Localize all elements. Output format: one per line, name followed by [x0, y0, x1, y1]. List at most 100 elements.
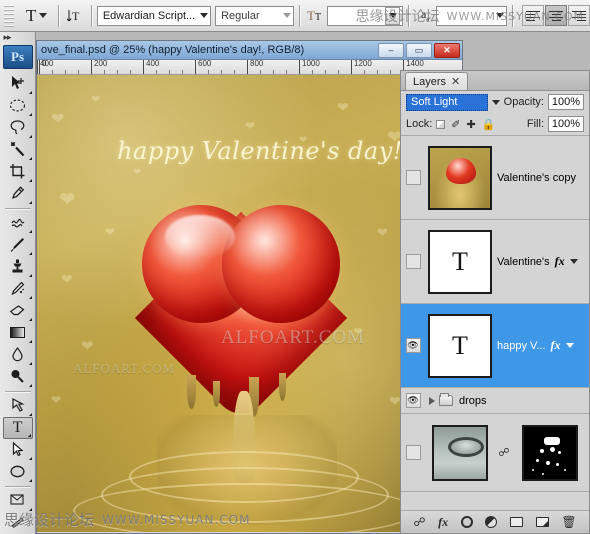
minimize-button[interactable]: – — [378, 42, 404, 58]
lock-position-icon[interactable]: ✚ — [467, 118, 476, 131]
link-icon[interactable]: ☍ — [497, 446, 511, 459]
link-layers-button[interactable]: ☍ — [413, 515, 425, 529]
artboard[interactable]: ❤ ❤ ❤ ❤ ❤ ❤ ❤ ❤ ❤ ❤ ❤ ❤ ❤ ❤ ❤ ❤ happy Va… — [37, 75, 445, 532]
eye-icon[interactable]: 👁 — [405, 254, 421, 269]
layer-row-masked-image[interactable]: 👁 ☍ — [401, 414, 589, 492]
layers-panel-footer: ☍ fx 🗑 — [401, 511, 589, 533]
fill-input[interactable]: 100% — [548, 116, 584, 132]
restore-button[interactable]: ▭ — [406, 42, 432, 58]
canvas-area[interactable]: ❤ ❤ ❤ ❤ ❤ ❤ ❤ ❤ ❤ ❤ ❤ ❤ ❤ ❤ ❤ ❤ happy Va… — [37, 75, 462, 532]
layer-visibility-cell[interactable]: 👁 — [403, 445, 423, 460]
group-header[interactable]: drops — [423, 393, 487, 407]
layer-row-happy-valentines[interactable]: 👁 T happy V... fx — [401, 304, 589, 388]
type-tool[interactable]: T — [2, 416, 33, 439]
document-title-bar[interactable]: ove_final.psd @ 25% (happy Valentine's d… — [37, 41, 462, 60]
move-tool[interactable] — [3, 73, 33, 95]
opacity-input[interactable]: 100% — [548, 94, 584, 110]
brush-tool[interactable] — [3, 234, 33, 256]
new-group-button[interactable] — [510, 517, 524, 527]
layer-mask-thumbnail[interactable] — [522, 424, 578, 481]
lock-transparency-icon[interactable] — [436, 119, 446, 129]
font-family-select[interactable]: Edwardian Script... — [96, 5, 212, 26]
watermark-top-cn: 思缘设计论坛 — [355, 9, 440, 25]
expand-chevrons-icon[interactable]: ▸▸ — [0, 32, 36, 44]
eye-icon[interactable]: 👁 — [405, 445, 421, 460]
opacity-label: Opacity: — [503, 96, 544, 108]
layer-thumbnail-cell[interactable]: T — [423, 229, 497, 294]
ruler-tick: 400 — [37, 60, 53, 74]
blur-tool[interactable] — [3, 344, 33, 366]
heart-artwork-thumbnail[interactable] — [428, 145, 492, 210]
watermark-bottom-en: WWW.MISSYUAN.COM — [102, 512, 251, 527]
layer-thumbnail-cell[interactable] — [423, 145, 497, 210]
horizontal-ruler[interactable]: 0 200 400 400 600 800 1000 1200 1400 — [37, 60, 462, 75]
tab-layers[interactable]: Layers ✕ — [405, 72, 469, 90]
new-adjustment-layer-button[interactable] — [485, 516, 498, 528]
marquee-tool[interactable] — [3, 95, 33, 117]
chevron-down-icon[interactable] — [491, 99, 500, 105]
layer-name-cell[interactable]: Valentine's copy — [497, 172, 589, 184]
lasso-tool[interactable] — [3, 117, 33, 139]
new-layer-button[interactable] — [535, 517, 549, 527]
layer-visibility-cell[interactable]: 👁 — [403, 393, 423, 408]
eye-icon[interactable]: 👁 — [405, 338, 421, 353]
layer-visibility-cell[interactable]: 👁 — [403, 170, 423, 185]
crop-tool[interactable] — [3, 161, 33, 183]
layer-name: happy V... — [497, 339, 546, 352]
text-layer-thumbnail[interactable]: T — [428, 313, 492, 378]
close-button[interactable]: ✕ — [434, 42, 460, 58]
blend-mode-select[interactable]: Soft Light — [406, 93, 488, 111]
delete-layer-button[interactable]: 🗑 — [561, 515, 576, 529]
layer-visibility-cell[interactable]: 👁 — [403, 254, 423, 269]
close-icon[interactable]: ✕ — [451, 75, 460, 88]
healing-brush-tool[interactable] — [3, 212, 33, 234]
eye-icon[interactable]: 👁 — [405, 170, 421, 185]
eraser-tool[interactable] — [3, 300, 33, 322]
chevron-down-icon[interactable] — [569, 259, 578, 264]
divider — [4, 390, 31, 392]
layer-row-drops-group[interactable]: 👁 drops — [401, 388, 589, 414]
font-family-value: Edwardian Script... — [102, 9, 196, 22]
watermark-top-en: WWW.MISSYUAN.COM — [446, 9, 584, 23]
path-selection-tool[interactable] — [3, 439, 33, 461]
lock-label: Lock: — [406, 118, 433, 130]
layer-thumbnail-cell[interactable] — [423, 424, 497, 481]
layer-effects-icon[interactable]: fx — [555, 254, 565, 269]
options-bar-grip[interactable] — [4, 4, 14, 27]
lock-image-icon[interactable]: ✐ — [451, 118, 460, 131]
clone-stamp-tool[interactable] — [3, 256, 33, 278]
lock-buttons: ✐ ✚ 🔒 — [436, 118, 495, 131]
font-style-select[interactable]: Regular — [215, 5, 294, 26]
chevron-down-icon — [39, 13, 48, 18]
text-orientation-icon[interactable]: T — [64, 5, 86, 27]
layer-row-valentines[interactable]: 👁 T Valentine's fx — [401, 220, 589, 304]
tool-preset-picker[interactable]: T — [20, 4, 53, 28]
layers-panel: Layers ✕ Soft Light Opacity: 100% Lock: … — [400, 70, 590, 534]
chevron-right-icon[interactable] — [429, 396, 435, 405]
layer-mask-cell[interactable] — [511, 424, 589, 481]
add-layer-mask-button[interactable] — [460, 516, 473, 528]
layer-name-cell[interactable]: Valentine's fx — [497, 254, 589, 269]
text-layer-thumbnail[interactable]: T — [428, 229, 492, 294]
lock-all-icon[interactable]: 🔒 — [482, 118, 496, 131]
history-brush-tool[interactable] — [3, 278, 33, 300]
chevron-down-icon[interactable] — [565, 343, 574, 348]
shape-tool[interactable] — [3, 461, 33, 483]
layer-list[interactable]: 👁 Valentine's copy 👁 T Valentine's — [401, 135, 589, 511]
layer-visibility-cell[interactable]: 👁 — [403, 338, 423, 353]
dodge-tool[interactable] — [3, 366, 33, 388]
layer-effects-icon[interactable]: fx — [551, 338, 561, 353]
eye-icon[interactable]: 👁 — [405, 393, 421, 408]
magic-wand-tool[interactable] — [3, 139, 33, 161]
gradient-tool[interactable] — [3, 322, 33, 344]
layer-row-valentines-copy[interactable]: 👁 Valentine's copy — [401, 136, 589, 220]
layer-style-button[interactable]: fx — [438, 515, 448, 530]
eyedropper-tool[interactable] — [3, 183, 33, 205]
water-drops-thumbnail[interactable] — [432, 424, 488, 481]
svg-text:T: T — [72, 9, 80, 23]
layer-name-cell[interactable]: happy V... fx — [497, 338, 589, 353]
blend-mode-row: Soft Light Opacity: 100% — [401, 91, 589, 113]
pen-tool[interactable] — [3, 395, 33, 417]
panel-tab-bar: Layers ✕ — [401, 71, 589, 91]
layer-thumbnail-cell[interactable]: T — [423, 313, 497, 378]
